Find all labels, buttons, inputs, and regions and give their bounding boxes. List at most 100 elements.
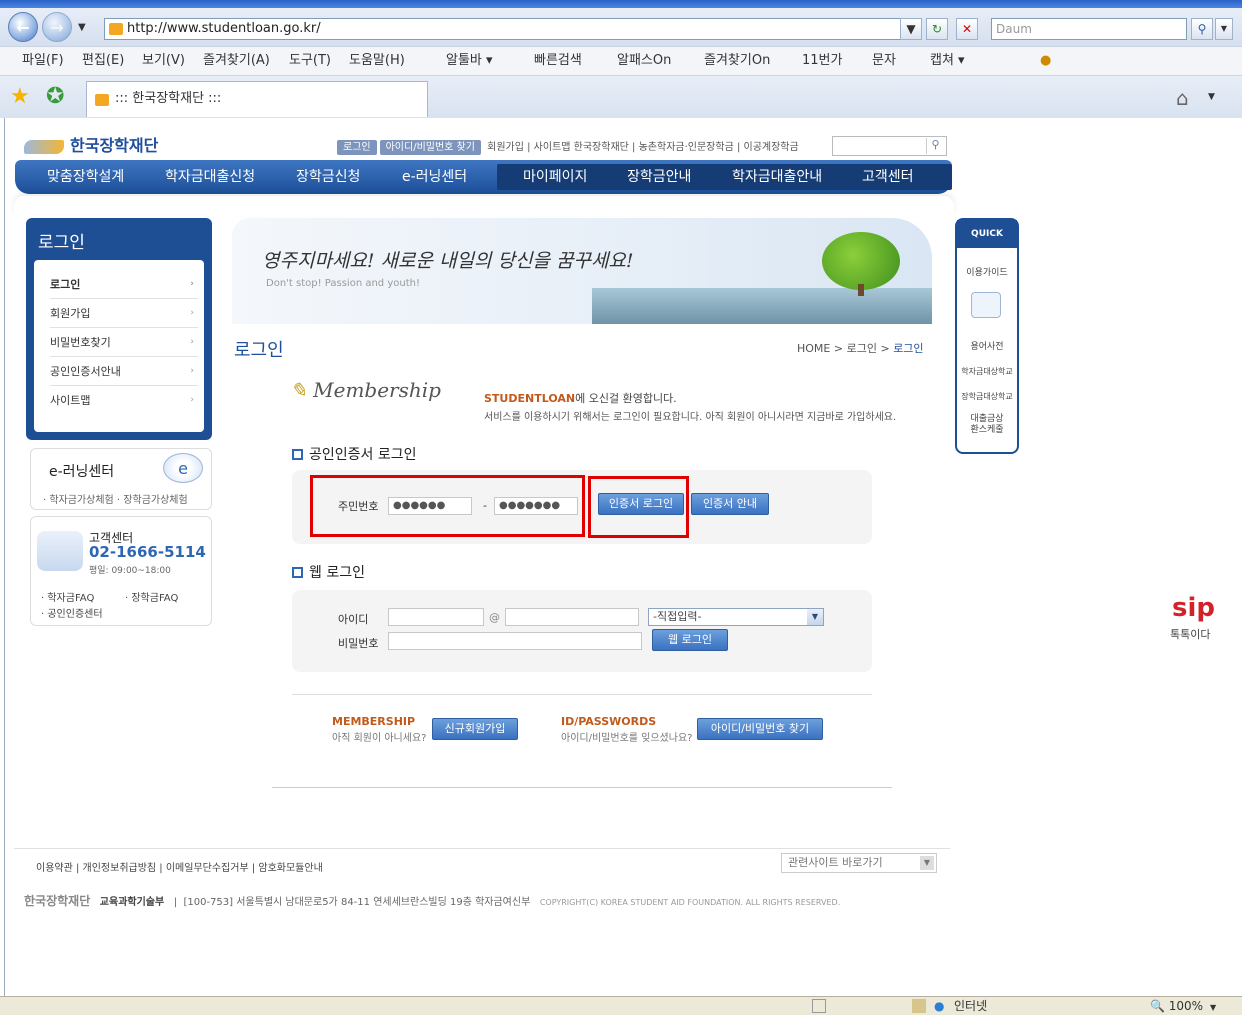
elearning-links[interactable]: · 학자금가상체험 · 장학금가상체험: [43, 491, 188, 506]
lnb-item-find-password[interactable]: 비밀번호찾기 ›: [50, 328, 198, 357]
quick-scholarship-schools[interactable]: 장학금대상학교: [961, 391, 1013, 402]
home-dropdown-icon[interactable]: ▼: [1208, 92, 1215, 102]
browser-search-input[interactable]: Daum: [991, 18, 1187, 40]
quick-menu-title: QUICK MENU: [957, 220, 1017, 267]
favorites-star-icon[interactable]: ★: [10, 84, 30, 109]
menu-help[interactable]: 도움말(H): [349, 47, 405, 75]
lnb-item-login[interactable]: 로그인 ›: [50, 270, 198, 299]
logo-mark-icon: [24, 139, 64, 154]
toolbar-quick-search[interactable]: 빠른검색: [534, 47, 582, 75]
lnb-item-sitemap[interactable]: 사이트맵 ›: [50, 386, 198, 415]
zoom-level[interactable]: 🔍 100%: [1150, 997, 1203, 1015]
util-find-id-button[interactable]: 아이디/비밀번호 찾기: [379, 140, 481, 155]
zoom-dropdown-icon[interactable]: ▼: [1210, 999, 1216, 1017]
gnb-item-scholarship-plan[interactable]: 맞춤장학설계: [47, 160, 124, 194]
lnb-item-cert-guide[interactable]: 공인인증서안내 ›: [50, 357, 198, 386]
toolbar-alpass[interactable]: 알패스On: [617, 47, 671, 75]
banner-subtitle: Don't stop! Passion and youth!: [266, 278, 420, 289]
breadcrumb-home[interactable]: HOME: [797, 342, 830, 355]
customer-hours: 평일: 09:00~18:00: [89, 566, 171, 576]
tab-row: ★ ✪ ::: 한국장학재단 ::: ⌂ ▼: [0, 76, 1242, 118]
toolbar-11st[interactable]: 11번가: [802, 47, 842, 75]
email-domain-select[interactable]: -직접입력- ▼: [648, 608, 824, 626]
web-login-heading: 웹 로그인: [292, 562, 365, 582]
menu-tools[interactable]: 도구(T): [289, 47, 331, 75]
address-bar[interactable]: http://www.studentloan.go.kr/: [104, 18, 922, 40]
site-logo[interactable]: 한국장학재단: [24, 132, 158, 156]
quick-glossary[interactable]: 용어사전: [961, 342, 1013, 353]
history-dropdown-icon[interactable]: ▼: [78, 22, 86, 33]
password-input[interactable]: [388, 632, 642, 650]
back-icon[interactable]: ←: [8, 12, 38, 42]
quick-loan-schools[interactable]: 학자금대상학교: [961, 366, 1013, 377]
toolbar-sms[interactable]: 문자: [872, 47, 896, 75]
welcome-message: STUDENTLOAN에 오신걸 환영합니다. 서비스를 이용하시기 위해서는 …: [484, 392, 897, 423]
side-ad-logo[interactable]: sip: [1172, 594, 1215, 622]
chevron-down-icon: ▼: [920, 856, 934, 870]
home-icon[interactable]: ⌂: [1176, 86, 1189, 110]
gnb-item-mypage[interactable]: 마이페이지: [523, 160, 587, 194]
toolbar-favorites-on[interactable]: 즐겨찾기On: [704, 47, 770, 75]
global-nav: 맞춤장학설계 학자금대출신청 장학금신청 e-러닝센터 마이페이지 장학금안내 …: [15, 160, 952, 194]
find-id-password-button[interactable]: 아이디/비밀번호 찾기: [697, 718, 823, 740]
tab-active[interactable]: ::: 한국장학재단 :::: [86, 81, 428, 117]
footer-links[interactable]: 이용약관 | 개인정보취급방침 | 이메일무단수집거부 | 암호화모듈안내: [36, 859, 323, 874]
address-dropdown-icon[interactable]: ▼: [900, 18, 922, 40]
gnb-item-loan-info[interactable]: 학자금대출안내: [732, 160, 822, 194]
utility-bar: 로그인 아이디/비밀번호 찾기 회원가입 | 사이트맵 한국장학재단 | 농촌학자…: [337, 138, 799, 155]
chevron-right-icon: ›: [190, 308, 194, 318]
link-scholarship-faq[interactable]: · 장학금FAQ: [125, 589, 178, 604]
lnb-item-join[interactable]: 회원가입 ›: [50, 299, 198, 328]
stop-icon[interactable]: ✕: [956, 18, 978, 40]
elearning-title: e-러닝센터: [49, 464, 115, 480]
web-login-button[interactable]: 웹 로그인: [652, 629, 728, 651]
util-links[interactable]: 회원가입 | 사이트맵 한국장학재단 | 농촌학자금·인문장학금 | 이공계장학…: [487, 142, 799, 153]
side-ad-text[interactable]: 톡톡이다: [1170, 626, 1210, 642]
quick-guide[interactable]: 이용가이드: [961, 268, 1013, 279]
search-icon[interactable]: ⚲: [1191, 18, 1213, 40]
search-options-icon[interactable]: ▼: [1215, 18, 1233, 40]
status-zone: 인터넷: [954, 999, 988, 1013]
tab-favicon-icon: [95, 94, 109, 106]
customer-center-box: 고객센터 02-1666-5114 평일: 09:00~18:00 · 학자금F…: [30, 516, 212, 626]
breadcrumb-current: 로그인: [893, 342, 924, 355]
new-member-button[interactable]: 신규회원가입: [432, 718, 518, 740]
related-sites-select[interactable]: 관련사이트 바로가기 ▼: [781, 853, 937, 873]
gnb-item-customer[interactable]: 고객센터: [862, 160, 914, 194]
toolbar-capture[interactable]: 캡쳐 ▾: [930, 47, 965, 75]
forward-icon[interactable]: →: [42, 12, 72, 42]
add-favorite-icon[interactable]: ✪: [46, 84, 64, 109]
gnb-item-scholarship-info[interactable]: 장학금안내: [627, 160, 691, 194]
banner-tree-image: [822, 232, 900, 290]
id-input[interactable]: [388, 608, 484, 626]
quick-repayment-schedule[interactable]: 대출금상환스케줄: [967, 414, 1007, 436]
email-domain-input[interactable]: [505, 608, 639, 626]
gnb-item-scholarship-apply[interactable]: 장학금신청: [296, 160, 360, 194]
chevron-right-icon: ›: [190, 395, 194, 405]
menu-view[interactable]: 보기(V): [142, 47, 185, 75]
breadcrumb-login[interactable]: 로그인: [847, 342, 877, 355]
link-cert-center[interactable]: · 공인인증센터: [41, 605, 103, 620]
gnb-item-elearning[interactable]: e-러닝센터: [402, 160, 467, 194]
site-search-icon[interactable]: ⚲: [926, 138, 944, 154]
hero-banner: 영주지마세요! 새로운 내일의 당신을 꿈꾸세요! Don't stop! Pa…: [232, 218, 932, 324]
toolbar-altoolbar[interactable]: 알툴바 ▾: [446, 47, 493, 75]
globe-icon: ●: [934, 999, 945, 1013]
find-text: 아이디/비밀번호를 잊으셨나요?: [561, 733, 693, 744]
cert-guide-button[interactable]: 인증서 안내: [691, 493, 769, 515]
menu-edit[interactable]: 편집(E): [82, 47, 124, 75]
gnb-item-loan-apply[interactable]: 학자금대출신청: [165, 160, 255, 194]
refresh-icon[interactable]: ↻: [926, 18, 948, 40]
elearning-icon: e: [163, 453, 203, 483]
menu-favorites[interactable]: 즐겨찾기(A): [203, 47, 270, 75]
link-loan-faq[interactable]: · 학자금FAQ: [41, 589, 94, 604]
chevron-down-icon: ▼: [807, 609, 823, 625]
customer-phone: 02-1666-5114: [89, 543, 206, 561]
menu-file[interactable]: 파일(F): [22, 47, 64, 75]
site-search-input[interactable]: ⚲: [832, 136, 947, 156]
util-login-button[interactable]: 로그인: [337, 140, 377, 155]
web-login-panel: [292, 590, 872, 672]
elearning-box[interactable]: e-러닝센터 e · 학자금가상체험 · 장학금가상체험: [30, 448, 212, 510]
toolbar-misc-icon[interactable]: ●: [1040, 47, 1051, 75]
join-text: 아직 회원이 아니세요?: [332, 733, 427, 744]
